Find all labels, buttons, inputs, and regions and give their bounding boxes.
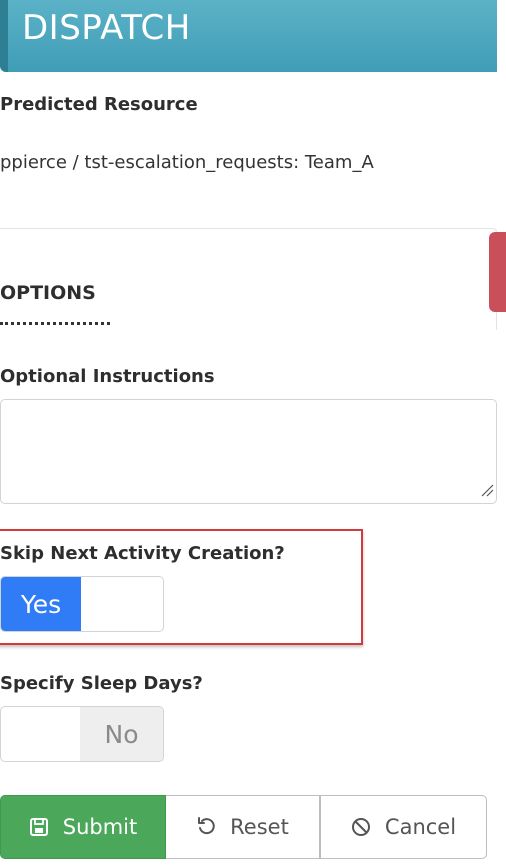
options-panel [0,228,497,330]
save-icon [29,817,49,837]
options-title: OPTIONS [0,282,96,304]
predicted-resource-label: Predicted Resource [0,94,198,115]
reset-button[interactable]: Reset [166,795,320,859]
reset-label: Reset [230,815,289,839]
resize-grip-icon[interactable] [478,481,494,497]
specify-sleep-days-toggle[interactable]: No [0,706,164,762]
specify-sleep-days-label: Specify Sleep Days? [0,673,203,694]
predicted-resource-value: ppierce / tst-escalation_requests: Team_… [0,152,374,173]
options-divider [0,322,110,325]
skip-next-activity-toggle[interactable]: Yes [0,576,164,632]
form-actions: Submit Reset Cancel [0,795,487,859]
side-tab[interactable] [489,232,506,312]
ban-icon [351,817,371,837]
skip-next-activity-label: Skip Next Activity Creation? [0,543,285,564]
dispatch-form-page: DISPATCH Predicted Resource ppierce / ts… [0,0,506,868]
submit-label: Submit [62,815,138,839]
toggle-yes: Yes [1,577,81,631]
header-title: DISPATCH [22,8,191,48]
cancel-label: Cancel [384,815,457,839]
optional-instructions-label: Optional Instructions [0,366,215,387]
toggle-no: No [80,707,163,761]
optional-instructions-input[interactable] [0,399,497,504]
cancel-button[interactable]: Cancel [320,795,487,859]
dispatch-header: DISPATCH [0,0,497,72]
submit-button[interactable]: Submit [0,795,166,859]
undo-icon [196,817,216,837]
